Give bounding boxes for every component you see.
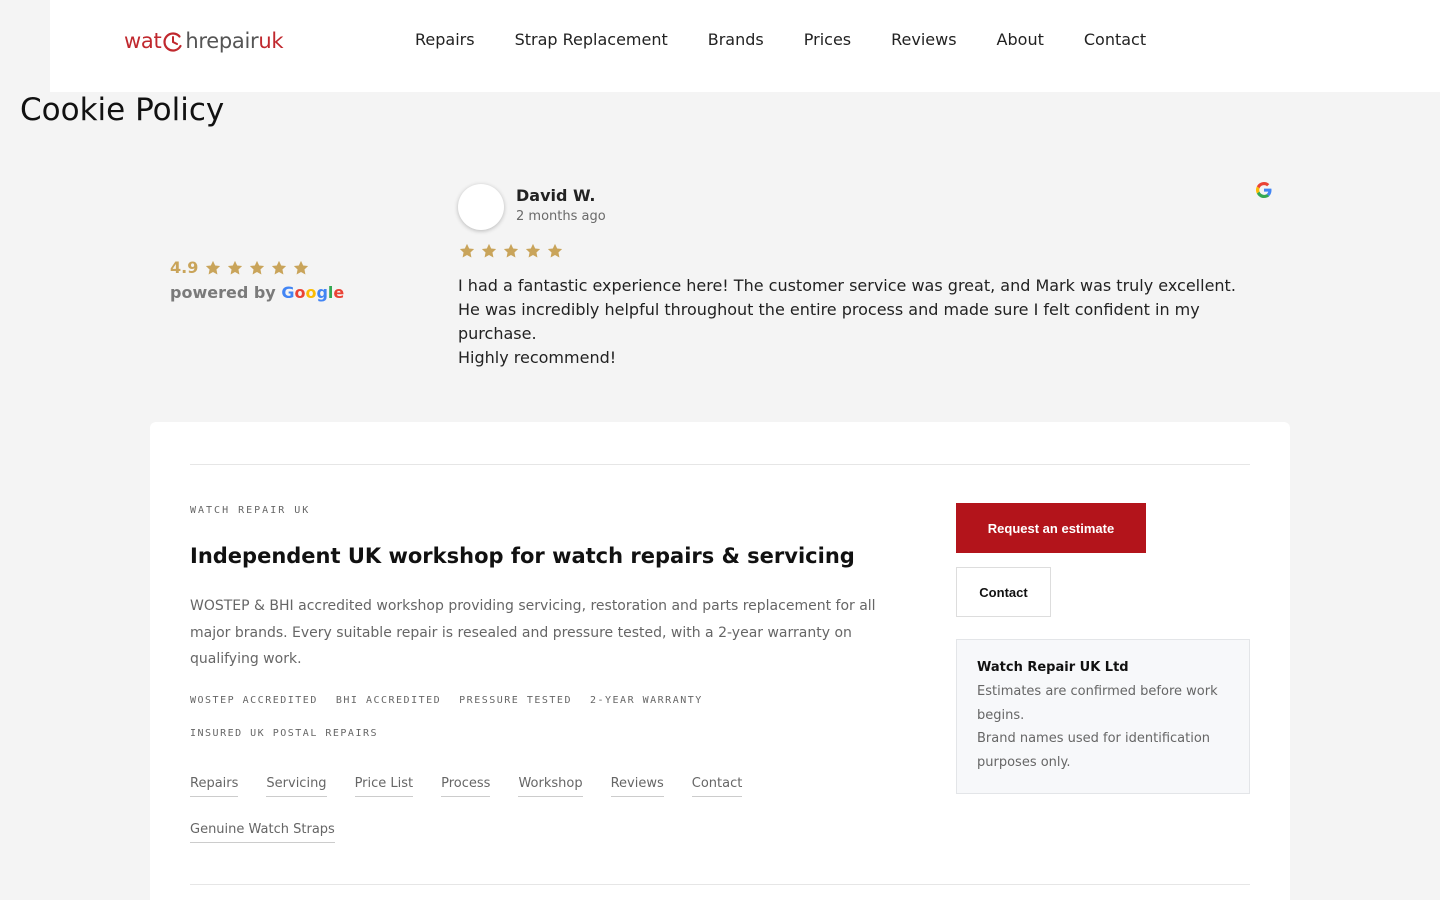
nav-strap-replacement[interactable]: Strap Replacement [515,28,668,52]
reviewer-info: David W. 2 months ago [516,184,606,224]
star-icon [546,242,564,260]
footer-link-workshop[interactable]: Workshop [518,775,583,797]
review-text: I had a fantastic experience here! The c… [458,276,1236,367]
star-icon [204,259,222,277]
reviewer-avatar [458,184,504,230]
review-stars [458,242,1278,260]
accreditation-tags: WOSTEP ACCREDITED BHI ACCREDITED PRESSUR… [190,694,750,740]
google-wordmark: Google [281,283,344,302]
footer-link-repairs[interactable]: Repairs [190,775,239,797]
main-nav: Repairs Strap Replacement Brands Prices … [415,28,1186,52]
contact-button[interactable]: Contact [956,567,1051,617]
footer-title: Independent UK workshop for watch repair… [190,544,855,568]
star-icon [502,242,520,260]
rating-stars [204,259,310,277]
footer-link-reviews[interactable]: Reviews [610,775,664,797]
logo-text-start: wat [124,29,162,53]
footer-links: Repairs Servicing Price List Process Wor… [190,775,790,843]
nav-about[interactable]: About [997,28,1044,52]
powered-by-label: powered by [170,283,276,302]
star-icon [524,242,542,260]
company-name: Watch Repair UK Ltd [977,660,1129,675]
site-header: wat hrepair uk Repairs Strap Replacement… [50,0,1440,92]
brand-disclaimer: Brand names used for identification purp… [977,731,1211,770]
nav-reviews[interactable]: Reviews [891,28,956,52]
footer-link-genuine-straps[interactable]: Genuine Watch Straps [190,821,335,843]
footer-eyebrow: WATCH REPAIR UK [190,505,311,516]
divider [190,464,1250,465]
tag-insured-postal: INSURED UK POSTAL REPAIRS [190,728,379,739]
google-letter: g [316,283,328,302]
rating-summary: 4.9 powered by Google [170,258,344,302]
review-date: 2 months ago [516,209,606,224]
footer-link-servicing[interactable]: Servicing [266,775,327,797]
nav-contact[interactable]: Contact [1084,28,1146,52]
footer-link-process[interactable]: Process [441,775,491,797]
logo-text-end: uk [258,29,284,53]
star-icon [226,259,244,277]
review-header: David W. 2 months ago [458,184,1278,230]
google-letter: o [305,283,317,302]
logo-text-middle: hrepair [185,29,259,53]
divider [190,884,1250,885]
nav-repairs[interactable]: Repairs [415,28,475,52]
footer-link-contact[interactable]: Contact [691,775,743,797]
nav-brands[interactable]: Brands [708,28,764,52]
site-logo[interactable]: wat hrepair uk [124,26,284,56]
page-title: Cookie Policy [20,92,225,128]
tag-pressure-tested: PRESSURE TESTED [459,695,572,706]
tag-wostep: WOSTEP ACCREDITED [190,695,318,706]
footer-link-price-list[interactable]: Price List [354,775,414,797]
clock-logo-icon [162,31,184,53]
nav-prices[interactable]: Prices [804,28,851,52]
footer-description: WOSTEP & BHI accredited workshop providi… [190,598,876,667]
estimate-note: Estimates are confirmed before work begi… [977,684,1218,723]
rating-value: 4.9 [170,258,199,277]
tag-warranty: 2-YEAR WARRANTY [589,695,703,706]
star-icon [270,259,288,277]
star-icon [248,259,266,277]
tag-bhi: BHI ACCREDITED [335,695,442,706]
request-estimate-button[interactable]: Request an estimate [956,503,1146,553]
review-card: David W. 2 months ago I had a fantastic … [458,182,1278,370]
google-letter: G [281,283,295,302]
google-letter: o [294,283,306,302]
star-icon [480,242,498,260]
reviewer-name: David W. [516,186,596,205]
company-info-box: Watch Repair UK Ltd Estimates are confir… [956,639,1250,794]
google-letter: e [333,283,345,302]
star-icon [292,259,310,277]
powered-by-google: powered by Google [170,283,344,302]
google-icon [1256,182,1272,198]
footer-card: WATCH REPAIR UK Independent UK workshop … [150,422,1290,900]
star-icon [458,242,476,260]
rating-row: 4.9 [170,258,344,277]
